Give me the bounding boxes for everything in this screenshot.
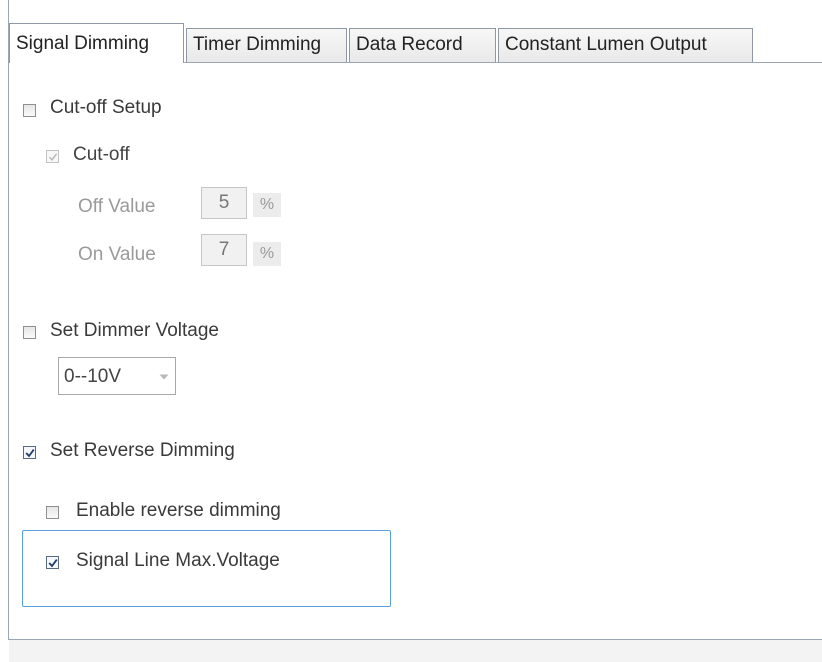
check-mark-icon: [48, 559, 58, 568]
enable-reverse-dimming-label: Enable reverse dimming: [76, 500, 281, 521]
on-value-label: On Value: [78, 244, 156, 265]
set-dimmer-voltage-checkbox[interactable]: [23, 326, 36, 339]
set-reverse-dimming-label: Set Reverse Dimming: [50, 440, 235, 461]
set-dimmer-voltage-label: Set Dimmer Voltage: [50, 320, 219, 341]
chevron-down-icon: [159, 374, 169, 380]
off-value-unit: %: [253, 193, 281, 217]
cutoff-label: Cut-off: [73, 144, 130, 165]
dimmer-voltage-selected: 0--10V: [64, 366, 122, 387]
window-left-border: [8, 0, 9, 640]
check-mark-icon: [25, 449, 35, 458]
tab-constant-lumen-output[interactable]: Constant Lumen Output: [498, 28, 753, 62]
on-value-input[interactable]: 7: [201, 234, 247, 266]
tab-timer-dimming[interactable]: Timer Dimming: [186, 28, 347, 62]
set-reverse-dimming-checkbox[interactable]: [23, 446, 36, 459]
cutoff-setup-checkbox[interactable]: [23, 104, 36, 117]
cutoff-setup-label: Cut-off Setup: [50, 97, 162, 118]
status-strip: [9, 640, 822, 662]
cutoff-checkbox[interactable]: [46, 150, 59, 163]
off-value-input[interactable]: 5: [201, 187, 247, 219]
tab-signal-dimming[interactable]: Signal Dimming: [9, 23, 184, 63]
tab-data-record[interactable]: Data Record: [349, 28, 496, 62]
signal-line-max-voltage-label: Signal Line Max.Voltage: [76, 550, 280, 571]
signal-line-max-voltage-checkbox[interactable]: [46, 556, 59, 569]
off-value-label: Off Value: [78, 196, 156, 217]
check-mark-icon: [48, 153, 58, 161]
dimmer-voltage-select[interactable]: 0--10V: [58, 357, 176, 395]
on-value-unit: %: [253, 242, 281, 266]
enable-reverse-dimming-checkbox[interactable]: [46, 506, 59, 519]
